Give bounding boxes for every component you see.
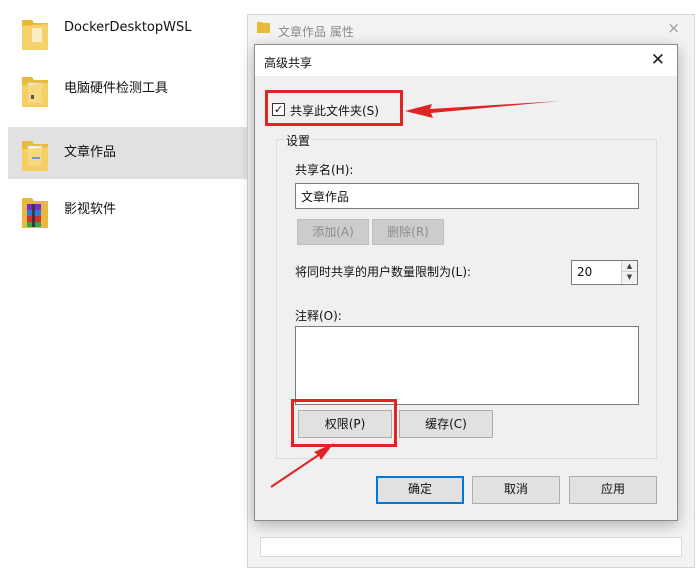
folder-icon [22,20,48,50]
apply-button[interactable]: 应用 [569,476,657,504]
folder-name: 文章作品 [64,145,117,160]
folder-item-video-software[interactable]: 影视软件 [8,184,247,236]
close-icon[interactable]: ✕ [651,50,665,70]
folder-with-archive-icon [22,198,48,228]
add-button[interactable]: 添加(A) [297,219,369,245]
folder-name: DockerDesktopWSL [64,20,192,35]
folder-name: 影视软件 [64,202,117,217]
close-icon[interactable]: × [667,19,680,37]
comment-textarea[interactable] [295,326,639,405]
properties-content-strip [260,537,682,557]
stepper-buttons: ▲ ▼ [621,261,637,284]
user-limit-label: 将同时共享的用户数量限制为(L): [295,265,472,279]
share-name-input[interactable]: 文章作品 [295,183,639,209]
folder-icon [257,22,270,33]
dialog-title: 高级共享 [264,56,313,70]
properties-window-title: 文章作品 属性 [278,25,354,39]
settings-group-title: 设置 [284,132,313,149]
comment-label: 注释(O): [295,309,342,323]
folder-name: 电脑硬件检测工具 [64,81,169,96]
spin-up-icon[interactable]: ▲ [622,261,637,272]
user-limit-value[interactable]: 20 [577,265,592,279]
folder-item-dockerdesktopwsl[interactable]: DockerDesktopWSL [8,6,247,58]
user-limit-stepper[interactable]: 20 ▲ ▼ [571,260,638,285]
folder-item-hardware-tools[interactable]: 电脑硬件检测工具 [8,63,247,115]
spin-down-icon[interactable]: ▼ [622,272,637,283]
folder-with-document-icon [22,77,48,107]
caching-button[interactable]: 缓存(C) [399,410,493,438]
folder-with-document-icon [22,141,48,171]
dialog-titlebar: 高级共享 ✕ [255,45,677,76]
advanced-sharing-dialog: 高级共享 ✕ ✓ 共享此文件夹(S) 设置 共享名(H): 文章作品 添加(A)… [254,44,678,521]
file-list: DockerDesktopWSL 电脑硬件检测工具 文章作品 影视软件 [0,0,247,568]
highlight-permissions-button [291,399,397,447]
share-name-label: 共享名(H): [295,163,354,177]
remove-button[interactable]: 删除(R) [372,219,444,245]
highlight-share-checkbox [265,90,403,126]
cancel-button[interactable]: 取消 [472,476,560,504]
ok-button[interactable]: 确定 [376,476,464,504]
folder-item-articles[interactable]: 文章作品 [8,127,247,179]
